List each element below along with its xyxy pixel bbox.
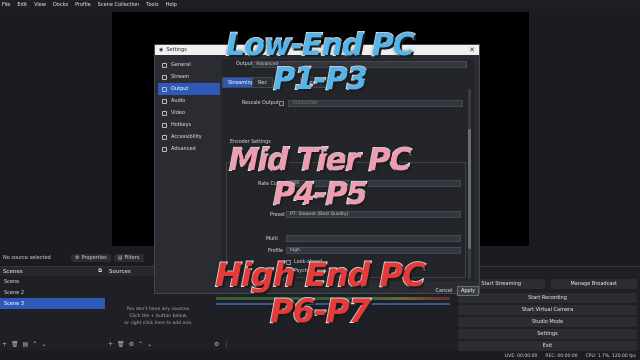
menu-profile[interactable]: Profile bbox=[75, 2, 91, 8]
preset-label: Preset bbox=[270, 213, 285, 218]
sidebar-item-label: Audio bbox=[171, 98, 186, 104]
menu-docks[interactable]: Docks bbox=[53, 2, 68, 8]
rescale-resolution-select[interactable]: 1920x1080 bbox=[288, 100, 463, 107]
trash-icon[interactable]: 🗑 bbox=[11, 341, 19, 348]
status-bar: LIVE: 00:00:00 REC: 00:00:00 CPU: 1.7%, … bbox=[0, 352, 640, 360]
menu-edit[interactable]: Edit bbox=[17, 2, 27, 8]
mixer-toolbar: ⚙ ⋮ bbox=[214, 341, 229, 348]
caption-mid-tier-range: P4-P5 bbox=[272, 176, 368, 213]
add-icon[interactable]: + bbox=[2, 341, 7, 348]
trash-icon[interactable]: 🗑 bbox=[117, 341, 125, 348]
obs-window: File Edit View Docks Profile Scene Colle… bbox=[0, 0, 640, 360]
filter-icon[interactable]: ▤ bbox=[23, 341, 29, 348]
caption-mid-tier-title: Mid Tier PC bbox=[228, 142, 412, 179]
scenes-toolbar: + 🗑 ▤ ⌃ ⌄ bbox=[2, 341, 46, 348]
sidebar-item-video[interactable]: Video bbox=[158, 107, 220, 119]
sources-toolbar: + 🗑 ⚙ ⌃ ⌄ bbox=[108, 341, 152, 348]
add-icon[interactable]: + bbox=[108, 341, 113, 348]
down-arrow-icon[interactable]: ⌄ bbox=[41, 341, 46, 348]
settings-button[interactable]: Settings bbox=[458, 329, 637, 339]
sidebar-item-label: Video bbox=[171, 110, 186, 116]
keyboard-icon bbox=[162, 122, 167, 128]
menu-bar: File Edit View Docks Profile Scene Colle… bbox=[0, 0, 640, 9]
monitor-icon bbox=[162, 110, 167, 116]
menu-view[interactable]: View bbox=[34, 2, 46, 8]
exit-button[interactable]: Exit bbox=[458, 341, 637, 351]
sidebar-item-accessibility[interactable]: Accessibility bbox=[158, 131, 220, 143]
more-icon[interactable]: ⋮ bbox=[223, 341, 229, 348]
rescale-checkbox[interactable] bbox=[279, 101, 284, 106]
menu-tools[interactable]: Tools bbox=[146, 2, 158, 8]
profile-select[interactable]: high bbox=[286, 247, 461, 254]
down-arrow-icon[interactable]: ⌄ bbox=[147, 341, 152, 348]
preset-select[interactable]: P7: Slowest (Best Quality) bbox=[286, 211, 461, 218]
caption-low-end-title: Low-End PC bbox=[225, 27, 416, 64]
menu-file[interactable]: File bbox=[2, 2, 10, 8]
sidebar-item-hotkeys[interactable]: Hotkeys bbox=[158, 119, 220, 131]
accessibility-icon bbox=[162, 134, 167, 140]
up-arrow-icon[interactable]: ⌃ bbox=[32, 341, 37, 348]
live-timer: LIVE: 00:00:00 bbox=[504, 353, 538, 359]
sidebar-item-label: Accessibility bbox=[171, 134, 202, 140]
profile-label: Profile bbox=[268, 249, 283, 254]
speaker-icon bbox=[162, 98, 167, 104]
menu-scene-collection[interactable]: Scene Collection bbox=[98, 2, 140, 8]
caption-high-end-title: High End PC bbox=[214, 255, 426, 295]
multipass-select[interactable] bbox=[286, 235, 461, 242]
gear-icon[interactable]: ⚙ bbox=[214, 341, 219, 348]
sidebar-item-label: Hotkeys bbox=[171, 122, 192, 128]
rec-timer: REC: 00:00:00 bbox=[545, 353, 578, 359]
gear-icon[interactable]: ⚙ bbox=[129, 341, 134, 348]
caption-low-end-range: P1-P3 bbox=[272, 61, 368, 98]
caption-high-end-range: P6-P7 bbox=[269, 291, 372, 331]
rescale-output-label: Rescale Output bbox=[242, 101, 279, 106]
multipass-label: Multi bbox=[266, 237, 278, 242]
cpu-usage: CPU: 1.7%, 120.00 fps bbox=[585, 353, 636, 359]
menu-help[interactable]: Help bbox=[166, 2, 177, 8]
up-arrow-icon[interactable]: ⌃ bbox=[138, 341, 143, 348]
